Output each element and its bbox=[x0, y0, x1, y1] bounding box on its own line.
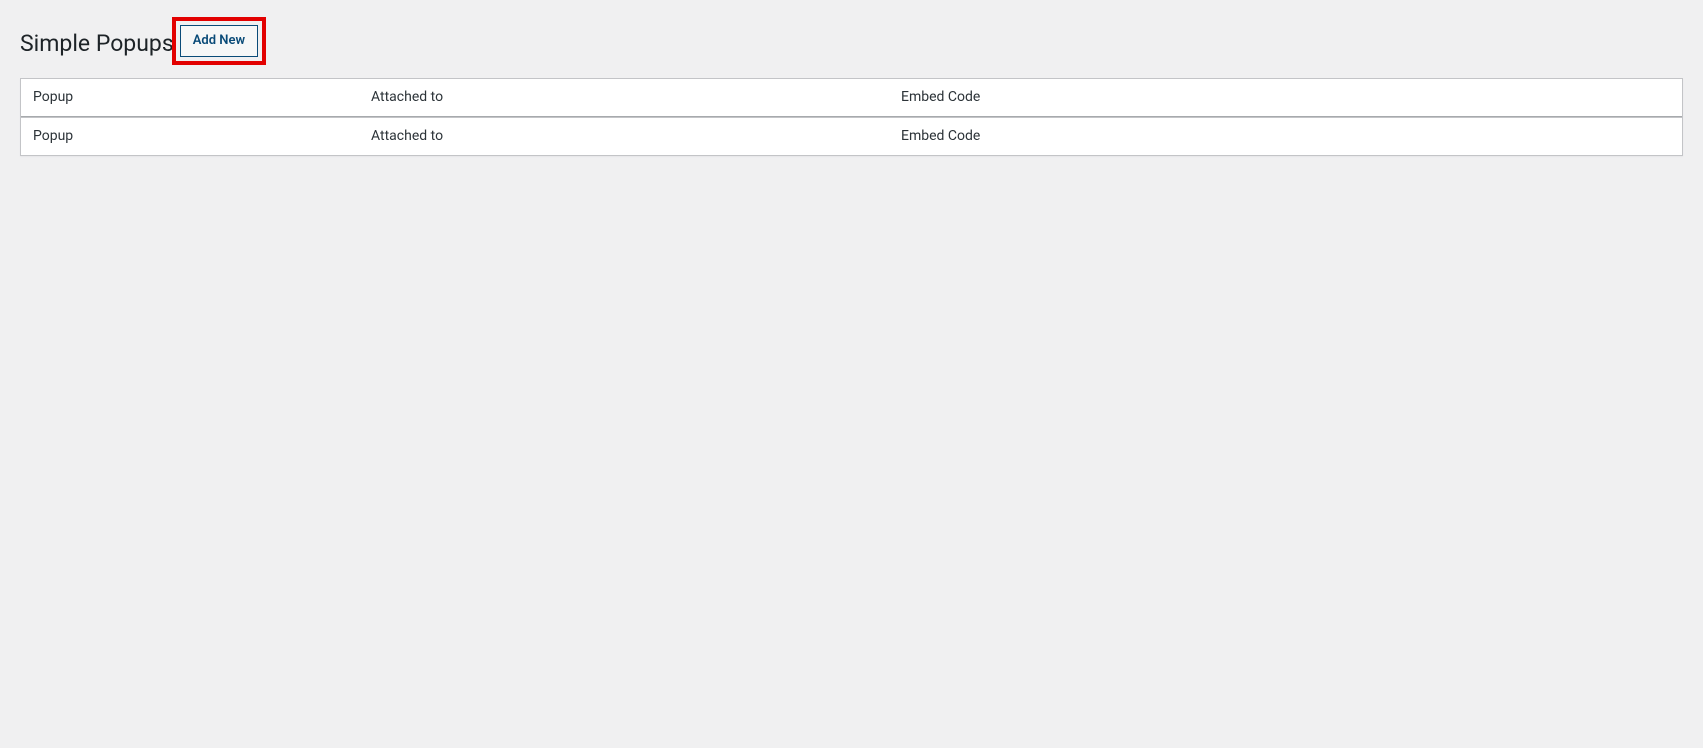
table-header: Popup Attached to Embed Code bbox=[21, 79, 1682, 117]
column-header-embed[interactable]: Embed Code bbox=[891, 79, 1682, 117]
page-title: Simple Popups bbox=[20, 20, 174, 63]
column-footer-embed[interactable]: Embed Code bbox=[891, 117, 1682, 155]
table-footer-row: Popup Attached to Embed Code bbox=[21, 117, 1682, 155]
page-wrap: Simple Popups Add New Popup Attached to … bbox=[0, 0, 1703, 156]
column-footer-attached[interactable]: Attached to bbox=[361, 117, 891, 155]
table-header-row: Popup Attached to Embed Code bbox=[21, 79, 1682, 117]
column-footer-popup[interactable]: Popup bbox=[21, 117, 361, 155]
add-new-button[interactable]: Add New bbox=[180, 25, 258, 57]
popups-table: Popup Attached to Embed Code Popup Attac… bbox=[20, 78, 1683, 156]
page-header: Simple Popups Add New bbox=[20, 18, 1683, 66]
table-footer: Popup Attached to Embed Code bbox=[21, 117, 1682, 155]
add-new-highlight: Add New bbox=[172, 17, 266, 65]
column-header-popup[interactable]: Popup bbox=[21, 79, 361, 117]
column-header-attached[interactable]: Attached to bbox=[361, 79, 891, 117]
